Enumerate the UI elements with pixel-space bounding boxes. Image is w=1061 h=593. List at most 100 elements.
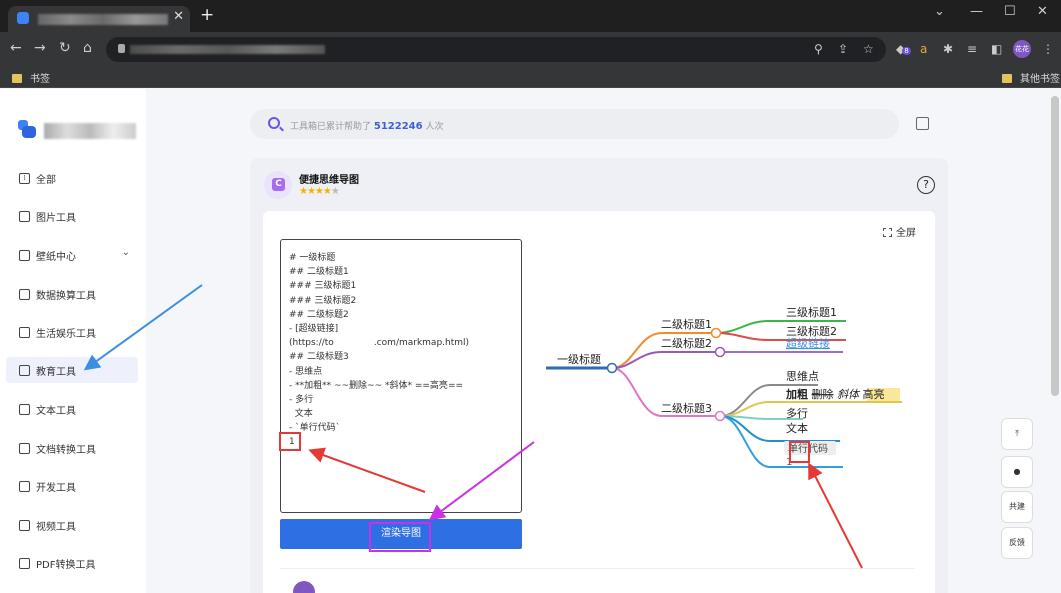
tab-close-icon[interactable]: ✕	[173, 9, 184, 24]
branch3-node-circle[interactable]	[714, 410, 726, 422]
tool-panel: 全屏 # 一级标题 ## 二级标题1 ### 三级标题1 ### 三级标题2 ## 二级…	[263, 211, 935, 593]
tab-title-blurred	[38, 14, 168, 25]
sidebar-item-data[interactable]: 数据换算工具	[6, 281, 138, 307]
bookmark-star-icon[interactable]: ☆	[863, 42, 874, 56]
mindmap-multi2[interactable]: 文本	[786, 421, 808, 435]
fullscreen-button[interactable]: 全屏	[883, 224, 916, 239]
browser-tab[interactable]: ✕	[8, 6, 190, 32]
sidebar-item-entertainment[interactable]: 生活娱乐工具	[6, 319, 138, 345]
pdf-icon	[19, 557, 30, 569]
maximize-icon[interactable]: ☐	[1004, 4, 1016, 19]
zoom-icon[interactable]: ⚲	[814, 42, 823, 56]
bookmark-folder[interactable]: 书签	[12, 70, 50, 85]
sidebar-item-label: 壁纸中心	[36, 251, 76, 263]
education-icon	[19, 364, 30, 376]
close-window-icon[interactable]: ✕	[1037, 4, 1048, 19]
sidebar-item-label: 全部	[36, 174, 56, 186]
minimize-icon[interactable]: —	[970, 4, 983, 19]
extension-badge: 8	[902, 47, 911, 55]
feedback-button[interactable]: 反馈	[1001, 527, 1033, 559]
new-tab-icon[interactable]: +	[200, 7, 214, 24]
mindmap-rich[interactable]: 加粗 删除 斜体 高亮	[785, 387, 885, 401]
tool-title: 便捷思维导图	[299, 175, 359, 186]
sidebar-item-label: 视频工具	[36, 521, 76, 533]
sidebar-item-wallpaper[interactable]: 壁纸中心 ⌄	[6, 242, 138, 268]
reload-icon[interactable]: ↻	[59, 40, 71, 56]
address-bar[interactable]: ⚲ ⇪ ☆	[106, 37, 886, 62]
sidebar-item-video[interactable]: 视频工具	[6, 512, 138, 538]
mindmap-root[interactable]: 一级标题	[557, 352, 601, 366]
user-avatar[interactable]	[293, 581, 315, 593]
markdown-editor[interactable]: # 一级标题 ## 二级标题1 ### 三级标题1 ### 三级标题2 ## 二级标题2…	[280, 239, 522, 513]
annotation-box-editor	[279, 432, 301, 451]
sidebar-item-dev[interactable]: 开发工具	[6, 473, 138, 499]
browser-titlebar: ✕ + ⌄ — ☐ ✕	[0, 0, 1061, 32]
other-bookmarks[interactable]: 其他书签	[1002, 70, 1060, 85]
mindmap-link[interactable]: 超级链接	[786, 336, 830, 350]
sidebar-item-label: 图片工具	[36, 212, 76, 224]
page-scrollbar[interactable]	[1051, 96, 1059, 396]
branch1-node-circle[interactable]	[710, 327, 722, 339]
mindmap-branch3[interactable]: 二级标题3	[661, 401, 712, 415]
folder-icon	[12, 74, 22, 83]
cobuild-button[interactable]: 共建	[1001, 491, 1033, 523]
editor-line: 1	[289, 437, 295, 448]
mindmap-point[interactable]: 思维点	[786, 370, 819, 383]
star-icon: ★★★★	[299, 186, 332, 197]
divider	[280, 568, 915, 569]
editor-line: - `单行代码`	[289, 423, 341, 434]
mindmap-multi1[interactable]: 多行	[786, 406, 808, 420]
document-icon	[19, 442, 30, 454]
editor-line: (https://to .com/markmap.html)	[289, 338, 470, 349]
mindmap-leaf1[interactable]: 三级标题1	[786, 305, 837, 319]
editor-line: # 一级标题	[289, 253, 336, 263]
menu-icon[interactable]: ⋮	[1042, 42, 1054, 56]
amazon-extension-icon[interactable]: a	[920, 42, 927, 56]
share-icon[interactable]: ⇪	[838, 42, 848, 56]
mindmap-branch2[interactable]: 二级标题2	[661, 336, 712, 350]
chevron-down-icon: ⌄	[121, 247, 130, 258]
back-to-top-icon[interactable]: ⤒	[1001, 418, 1033, 450]
sidebar-item-education[interactable]: 教育工具	[6, 357, 138, 383]
help-icon[interactable]: ?	[917, 176, 935, 194]
tool-card: 便捷思维导图 ★★★★★ ? 全屏 # 一级标题 ## 二级标题1 ### 三级标题…	[250, 158, 948, 593]
mindmap-leaf2[interactable]: 三级标题2	[786, 324, 837, 338]
qq-icon[interactable]: ●	[1001, 456, 1033, 488]
sidebar-item-text[interactable]: 文本工具	[6, 396, 138, 422]
editor-line: - **加粗** ~~删除~~ *斜体* ==高亮==	[289, 380, 464, 391]
root-node-circle[interactable]	[606, 362, 618, 374]
image-icon	[19, 210, 30, 222]
sidebar-item-all[interactable]: ⁞ 全部	[6, 165, 138, 191]
forward-icon[interactable]: →	[34, 40, 46, 56]
puzzle-icon[interactable]: ✱	[943, 42, 953, 56]
sidebar: ⁞ 全部 图片工具 壁纸中心 ⌄ 数据换算工具 生活娱乐工具 教育工具 文本工具 文…	[0, 89, 146, 593]
sidebar-item-pdf[interactable]: PDF转换工具	[6, 550, 138, 576]
mindmap-branch1[interactable]: 二级标题1	[661, 317, 712, 331]
stats-prefix: 工具箱已累计帮助了	[290, 122, 372, 132]
search-icon	[268, 117, 280, 129]
share-page-icon[interactable]	[916, 117, 929, 130]
profile-avatar[interactable]: 花花	[1013, 40, 1031, 58]
editor-line: ### 三级标题1	[289, 281, 357, 292]
folder-icon	[1002, 74, 1012, 83]
home-icon[interactable]: ⌂	[83, 40, 92, 56]
mindmap-canvas: 一级标题 二级标题1 二级标题2 二级标题3 三级标题1 三级标题2 超级链接 …	[546, 305, 902, 468]
video-icon	[19, 519, 30, 531]
editor-line: ### 三级标题2	[289, 295, 357, 306]
grid-icon: ⁞	[19, 172, 30, 184]
tab-search-icon[interactable]: ⌄	[934, 4, 945, 19]
fullscreen-label: 全屏	[896, 228, 916, 239]
sidepanel-icon[interactable]: ◧	[991, 42, 1002, 56]
editor-line: 文本	[289, 409, 313, 420]
lock-icon	[118, 44, 125, 53]
sidebar-item-label: 文本工具	[36, 405, 76, 417]
site-logo[interactable]	[18, 120, 36, 138]
sidebar-item-document[interactable]: 文档转换工具	[6, 435, 138, 461]
media-icon[interactable]: ≡	[967, 42, 977, 56]
branch2-node-circle[interactable]	[714, 346, 726, 358]
extension-icon[interactable]: ◆8	[896, 42, 911, 56]
chart-icon	[19, 288, 30, 300]
sidebar-item-image[interactable]: 图片工具	[6, 203, 138, 229]
back-icon[interactable]: ←	[10, 40, 22, 56]
search-bar[interactable]: 工具箱已累计帮助了 5122246 人次	[250, 109, 899, 139]
